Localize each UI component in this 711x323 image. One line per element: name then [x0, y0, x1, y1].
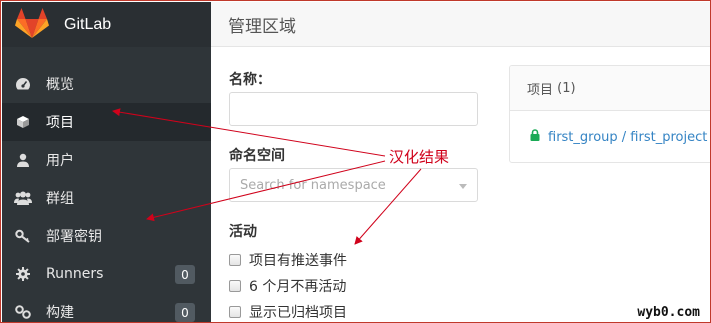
sidebar-item-deploy-keys[interactable]: 部署密钥 — [2, 217, 211, 255]
projects-panel-title: 项目 — [527, 82, 554, 98]
project-row: first_group / first_project — [510, 111, 710, 162]
annotation-label: 汉化结果 — [387, 146, 452, 167]
checkbox-label: 6 个月不再活动 — [249, 279, 347, 295]
sidebar-item-label: Runners — [46, 266, 104, 282]
users-icon — [14, 189, 32, 207]
sidebar-item-label: 项目 — [46, 115, 74, 131]
page-header: 管理区域 — [211, 2, 710, 47]
dashboard-icon — [14, 75, 32, 93]
namespace-placeholder: Search for namespace — [240, 177, 386, 193]
checkbox[interactable] — [229, 280, 241, 292]
sidebar-item-projects[interactable]: 项目 — [2, 103, 211, 141]
page-title: 管理区域 — [228, 16, 296, 37]
checkbox-label: 显示已归档项目 — [249, 305, 347, 321]
sidebar-item-label: 构建 — [46, 305, 74, 321]
checkbox-archived[interactable]: 显示已归档项目 — [229, 302, 347, 322]
checkbox-push-events[interactable]: 项目有推送事件 — [229, 250, 347, 270]
sidebar-item-builds[interactable]: 构建 0 — [2, 293, 211, 322]
sidebar-item-label: 用户 — [46, 153, 74, 169]
sidebar-nav: 概览 项目 用户 群组 部署密钥 Runners 0 构建 0 — [2, 65, 211, 322]
sidebar-item-overview[interactable]: 概览 — [2, 65, 211, 103]
user-icon — [14, 151, 32, 169]
checkbox-label: 项目有推送事件 — [249, 253, 347, 269]
sidebar-item-users[interactable]: 用户 — [2, 141, 211, 179]
projects-panel-header: 项目 (1) — [510, 66, 710, 111]
name-label: 名称： — [229, 72, 271, 88]
name-input[interactable] — [229, 92, 478, 126]
namespace-select[interactable]: Search for namespace — [229, 168, 478, 202]
activity-label: 活动 — [229, 224, 257, 240]
lock-icon — [530, 129, 540, 145]
brand[interactable]: GitLab — [2, 2, 211, 47]
main-content: 名称： 命名空间 Search for namespace 活动 项目有推送事件… — [211, 47, 710, 322]
checkbox[interactable] — [229, 254, 241, 266]
namespace-label: 命名空间 — [229, 148, 285, 164]
sidebar: GitLab 概览 项目 用户 群组 部署密钥 Runners 0 构建 0 — [2, 2, 211, 322]
sidebar-item-label: 概览 — [46, 77, 74, 93]
screenshot-frame: GitLab 概览 项目 用户 群组 部署密钥 Runners 0 构建 0 管… — [0, 0, 711, 323]
sidebar-item-label: 群组 — [46, 191, 74, 207]
gitlab-logo — [15, 7, 49, 38]
watermark: wyb0.com — [637, 305, 700, 320]
link-icon — [14, 303, 32, 321]
checkbox[interactable] — [229, 306, 241, 318]
sidebar-item-groups[interactable]: 群组 — [2, 179, 211, 217]
caret-down-icon — [459, 184, 467, 189]
key-icon — [14, 227, 32, 245]
cube-icon — [14, 113, 32, 131]
gear-icon — [14, 265, 32, 283]
sidebar-item-label: 部署密钥 — [46, 229, 102, 245]
checkbox-inactive[interactable]: 6 个月不再活动 — [229, 276, 346, 296]
project-link[interactable]: first_group / first_project — [548, 130, 707, 145]
brand-name: GitLab — [64, 15, 112, 33]
sidebar-item-runners[interactable]: Runners 0 — [2, 255, 211, 293]
builds-count-badge: 0 — [175, 303, 195, 322]
projects-count: (1) — [557, 80, 576, 96]
projects-panel: 项目 (1) first_group / first_project — [509, 65, 710, 163]
runners-count-badge: 0 — [175, 265, 195, 284]
